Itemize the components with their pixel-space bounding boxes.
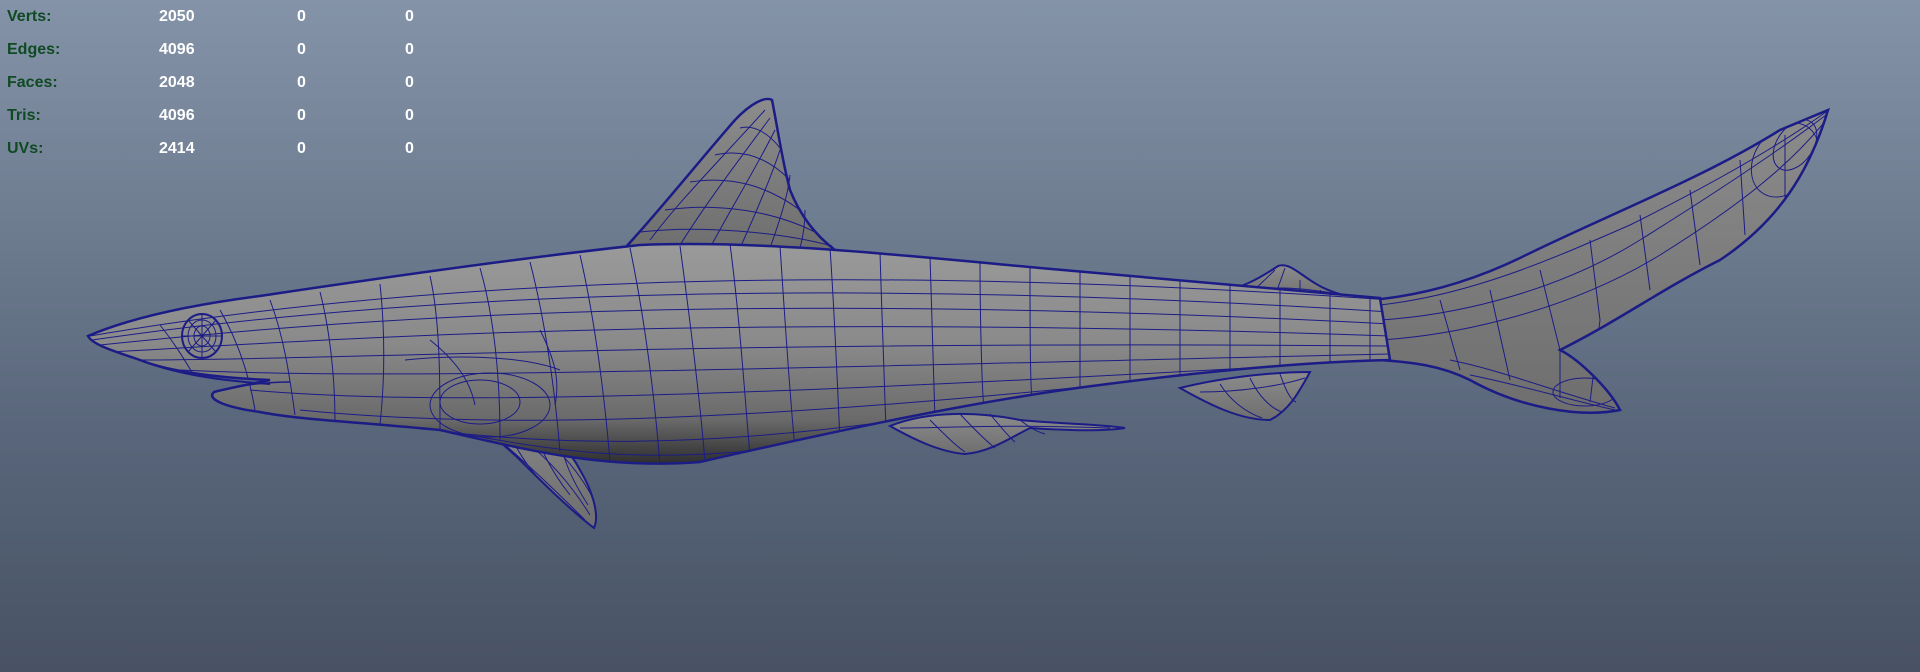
- hud-other: 0: [405, 107, 414, 124]
- hud-label: Verts:: [7, 8, 52, 25]
- hud-other: 0: [405, 74, 414, 91]
- hud-total: 2048: [159, 74, 195, 91]
- hud-total: 2414: [159, 140, 195, 157]
- hud-other: 0: [405, 8, 414, 25]
- hud-other: 0: [405, 140, 414, 157]
- hud-other: 0: [405, 41, 414, 58]
- hud-row-edges: Edges: 4096 0 0: [7, 33, 427, 66]
- hud-row-faces: Faces: 2048 0 0: [7, 66, 427, 99]
- hud-total: 4096: [159, 107, 195, 124]
- anal-fin: [1177, 370, 1312, 422]
- shark-body: [86, 242, 1392, 465]
- hud-label: UVs:: [7, 140, 44, 157]
- hud-label: Edges:: [7, 41, 61, 58]
- hud-label: Tris:: [7, 107, 41, 124]
- hud-selected: 0: [297, 74, 306, 91]
- hud-row-verts: Verts: 2050 0 0: [7, 0, 427, 33]
- hud-selected: 0: [297, 41, 306, 58]
- hud-selected: 0: [297, 107, 306, 124]
- poly-count-hud: Verts: 2050 0 0 Edges: 4096 0 0 Faces: 2…: [7, 0, 427, 165]
- dorsal-fin: [622, 97, 839, 252]
- hud-label: Faces:: [7, 74, 58, 91]
- hud-selected: 0: [297, 8, 306, 25]
- eye-mesh: [181, 313, 223, 359]
- hud-total: 2050: [159, 8, 195, 25]
- hud-selected: 0: [297, 140, 306, 157]
- hud-row-uvs: UVs: 2414 0 0: [7, 132, 427, 165]
- hud-row-tris: Tris: 4096 0 0: [7, 99, 427, 132]
- hud-total: 4096: [159, 41, 195, 58]
